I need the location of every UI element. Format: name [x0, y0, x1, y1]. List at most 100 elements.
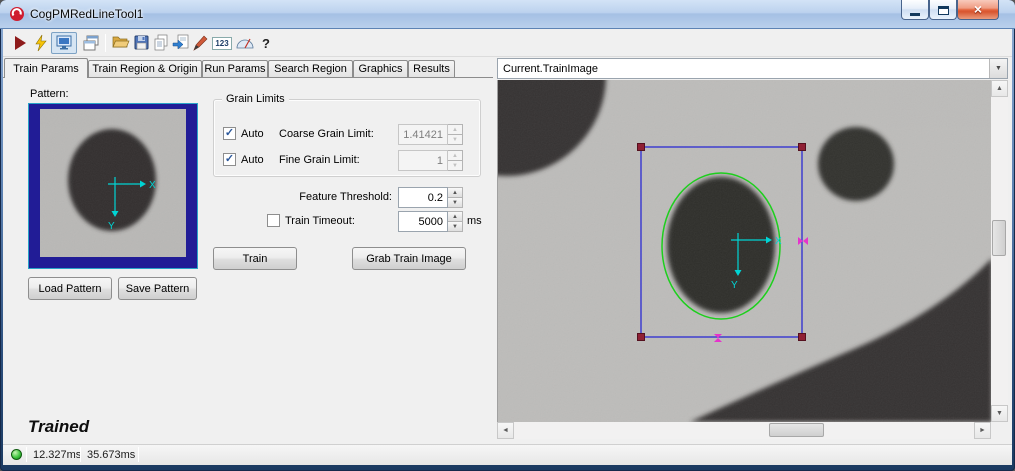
window-title: CogPMRedLineTool1 — [30, 7, 143, 21]
run-button[interactable] — [9, 32, 31, 54]
pattern-axis-y-label: Y — [108, 221, 115, 232]
minimize-button[interactable] — [901, 0, 929, 20]
pencil-icon — [191, 33, 211, 53]
help-button[interactable]: ? — [255, 32, 277, 54]
axis-y-label: Y — [731, 280, 738, 291]
status-led — [11, 449, 22, 460]
coarse-grain-limit-label: Coarse Grain Limit: — [279, 128, 374, 140]
coarse-grain-spinner[interactable]: ▲ ▼ — [448, 124, 463, 145]
float-window-icon — [81, 33, 101, 53]
save-floppy-icon — [132, 33, 152, 53]
chevron-down-icon[interactable]: ▼ — [989, 59, 1007, 78]
status-divider — [26, 447, 27, 462]
scrollbar-corner — [991, 422, 1008, 439]
horizontal-scrollbar[interactable]: ◄ ► — [497, 422, 991, 439]
status-divider — [80, 447, 81, 462]
maximize-icon — [938, 6, 949, 15]
tab-graphics[interactable]: Graphics — [353, 60, 408, 77]
train-image: X Y — [498, 80, 991, 422]
grab-train-image-button[interactable]: Grab Train Image — [352, 247, 466, 270]
train-timeout-unit: ms — [467, 215, 482, 227]
spin-down-button[interactable]: ▼ — [448, 221, 463, 232]
tab-train-region-origin[interactable]: Train Region & Origin — [88, 60, 202, 77]
close-button[interactable]: × — [957, 0, 999, 20]
fine-grain-limit-label: Fine Grain Limit: — [279, 154, 360, 166]
fine-auto-checkbox[interactable]: ✓ — [223, 153, 236, 166]
vertical-scroll-thumb[interactable] — [992, 220, 1006, 256]
coarse-auto-checkbox[interactable]: ✓ — [223, 127, 236, 140]
title-bar[interactable]: CogPMRedLineTool1 × — [0, 0, 1015, 29]
close-icon: × — [974, 1, 982, 17]
status-bar — [3, 444, 1012, 465]
page-arrow-icon — [171, 33, 191, 53]
spin-down-button[interactable]: ▼ — [448, 134, 463, 145]
image-source-dropdown[interactable]: Current.TrainImage ▼ — [497, 58, 1008, 79]
feature-threshold-spinner[interactable]: ▲ ▼ — [448, 187, 463, 208]
numeric-results-button[interactable]: 123 — [211, 32, 233, 54]
tab-train-params[interactable]: Train Params — [4, 58, 88, 78]
numeric-results-icon: 123 — [212, 37, 231, 50]
save-button[interactable] — [131, 32, 153, 54]
grain-limits-title: Grain Limits — [222, 93, 289, 105]
edit-graphics-button[interactable] — [190, 32, 212, 54]
scroll-up-button[interactable]: ▲ — [991, 80, 1008, 97]
spin-up-button[interactable]: ▲ — [448, 187, 463, 197]
coarse-grain-limit-field[interactable] — [398, 124, 448, 145]
scroll-right-button[interactable]: ► — [974, 422, 991, 439]
fine-auto-label: Auto — [241, 154, 264, 166]
axis-x-label: X — [775, 236, 782, 247]
spin-up-button[interactable]: ▲ — [448, 150, 463, 160]
pattern-image: X Y — [40, 109, 186, 257]
electric-run-button[interactable] — [30, 32, 52, 54]
fine-grain-limit-field[interactable] — [398, 150, 448, 171]
tab-results[interactable]: Results — [408, 60, 455, 77]
open-file-button[interactable] — [110, 32, 132, 54]
horizontal-scroll-thumb[interactable] — [769, 423, 824, 437]
fine-grain-spinner[interactable]: ▲ ▼ — [448, 150, 463, 171]
toolbar-separator — [105, 34, 106, 52]
train-timeout-field[interactable] — [398, 211, 448, 232]
pattern-axis-x-label: X — [149, 180, 156, 191]
feature-threshold-field[interactable] — [398, 187, 448, 208]
app-icon — [9, 6, 25, 22]
train-timeout-label: Train Timeout: — [285, 215, 355, 227]
lightning-icon — [32, 34, 50, 52]
save-pattern-button[interactable]: Save Pattern — [118, 277, 197, 300]
spin-down-button[interactable]: ▼ — [448, 160, 463, 171]
tool-window: CogPMRedLineTool1 × — [0, 0, 1015, 471]
image-display-toggle-button[interactable] — [51, 32, 77, 54]
pattern-label: Pattern: — [30, 88, 69, 100]
trained-status-text: Trained — [28, 417, 89, 437]
tab-run-params[interactable]: Run Params — [202, 60, 268, 77]
fine-auto-checkmark: ✓ — [225, 154, 234, 165]
run-time-text: 12.327ms — [33, 449, 81, 461]
image-source-value: Current.TrainImage — [498, 63, 989, 75]
train-timeout-checkbox[interactable] — [267, 214, 280, 227]
load-pattern-button[interactable]: Load Pattern — [28, 277, 112, 300]
pattern-display[interactable]: X Y — [28, 103, 198, 269]
open-folder-icon — [111, 33, 131, 53]
feature-threshold-label: Feature Threshold: — [250, 191, 392, 203]
spin-down-button[interactable]: ▼ — [448, 197, 463, 208]
import-image-button[interactable] — [170, 32, 192, 54]
measure-button[interactable] — [234, 32, 256, 54]
train-timeout-spinner[interactable]: ▲ ▼ — [448, 211, 463, 232]
maximize-button[interactable] — [929, 0, 957, 20]
minimize-icon — [910, 13, 920, 16]
vertical-scrollbar[interactable]: ▲ ▼ — [991, 80, 1008, 422]
tab-search-region[interactable]: Search Region — [268, 60, 353, 77]
status-divider — [138, 447, 139, 462]
spin-up-button[interactable]: ▲ — [448, 211, 463, 221]
float-window-button[interactable] — [80, 32, 102, 54]
copy-pages-icon — [152, 33, 172, 53]
coarse-auto-checkmark: ✓ — [225, 128, 234, 139]
scroll-left-button[interactable]: ◄ — [497, 422, 514, 439]
help-icon: ? — [262, 36, 270, 51]
monitor-icon — [54, 33, 74, 53]
total-time-text: 35.673ms — [87, 449, 135, 461]
train-button[interactable]: Train — [213, 247, 297, 270]
coarse-auto-label: Auto — [241, 128, 264, 140]
spin-up-button[interactable]: ▲ — [448, 124, 463, 134]
main-image-display[interactable]: X Y — [497, 80, 991, 422]
scroll-down-button[interactable]: ▼ — [991, 405, 1008, 422]
